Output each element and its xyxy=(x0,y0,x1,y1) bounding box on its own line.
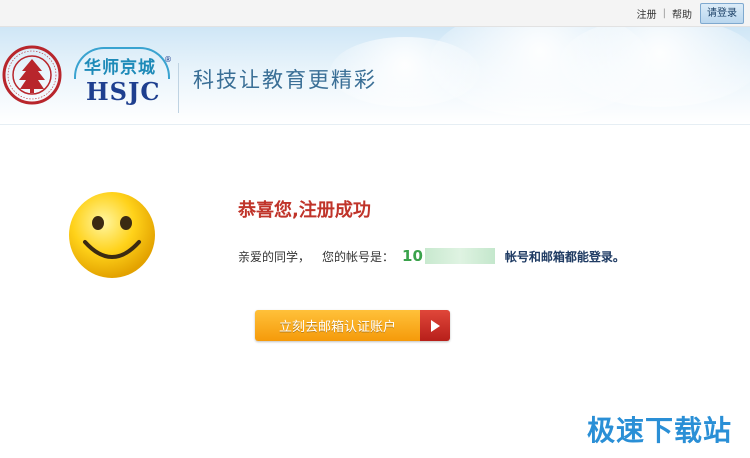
login-button[interactable]: 请登录 xyxy=(700,2,744,24)
slogan: 科技让教育更精彩 xyxy=(193,68,377,92)
university-seal-icon xyxy=(2,45,62,105)
account-number: 10 xyxy=(402,247,423,265)
register-link[interactable]: 注册 xyxy=(637,6,657,21)
arrow-right-icon xyxy=(420,310,450,341)
verify-email-button[interactable]: 立刻去邮箱认证账户 xyxy=(255,310,450,341)
brand-logo: 华师京城 ® HSJC xyxy=(74,47,174,113)
top-links: 注册 | 帮助 请登录 xyxy=(637,2,744,24)
verify-email-label: 立刻去邮箱认证账户 xyxy=(255,310,420,341)
account-prefix: 您的帐号是： xyxy=(322,249,395,264)
brand-name-cn: 华师京城 xyxy=(84,58,156,78)
login-note: 帐号和邮箱都能登录。 xyxy=(504,249,625,264)
brand-name-en: HSJC xyxy=(86,77,161,106)
greeting-text: 亲爱的同学， xyxy=(238,249,311,264)
smiley-icon xyxy=(69,192,155,278)
link-separator: | xyxy=(662,7,666,19)
header-divider xyxy=(178,63,179,113)
success-title: 恭喜您,注册成功 xyxy=(238,200,371,221)
account-mask xyxy=(424,248,495,264)
account-info: 亲爱的同学， 您的帐号是： 10 帐号和邮箱都能登录。 xyxy=(238,246,625,266)
top-bar: 注册 | 帮助 请登录 xyxy=(0,0,750,27)
registered-mark: ® xyxy=(164,55,172,64)
header-banner: 华师京城 ® HSJC 科技让教育更精彩 xyxy=(0,27,750,125)
watermark-text: 极速下载站 xyxy=(586,414,732,447)
help-link[interactable]: 帮助 xyxy=(672,6,692,21)
